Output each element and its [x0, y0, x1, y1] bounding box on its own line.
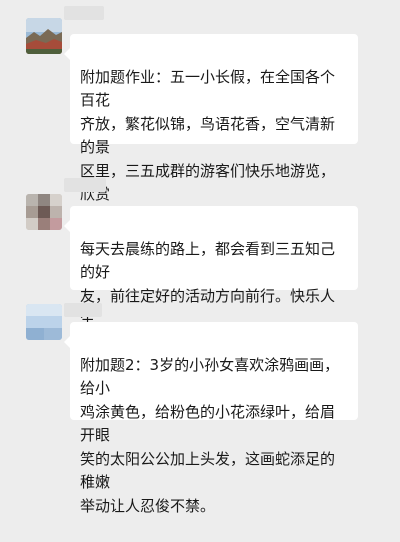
message-bubble[interactable]: 附加题2：3岁的小孙女喜欢涂鸦画画，给小 鸡涂黄色，给粉色的小花添绿叶，给眉开眼…: [64, 322, 358, 515]
sender-name-redacted: [64, 178, 106, 192]
message-bubble[interactable]: 附加题作业：五一小长假，在全国各个百花 齐放，繁花似锦，鸟语花香，空气清新的景 …: [64, 34, 358, 274]
avatar-sky-image: [26, 304, 62, 340]
avatar[interactable]: [26, 304, 62, 340]
avatar-blurred-portrait: [26, 194, 62, 230]
message-text: 每天去晨练的路上，都会看到三五知己的好 友，前往定好的活动方向前行。快乐人生: [80, 239, 336, 329]
sender-name-redacted: [64, 6, 104, 20]
message-bubble[interactable]: 每天去晨练的路上，都会看到三五知己的好 友，前往定好的活动方向前行。快乐人生: [64, 206, 358, 404]
avatar[interactable]: [26, 18, 62, 54]
sender-name-redacted: [64, 303, 102, 317]
avatar-landscape-image: [26, 18, 62, 54]
avatar[interactable]: [26, 194, 62, 230]
message-text: 附加题2：3岁的小孙女喜欢涂鸦画画，给小 鸡涂黄色，给粉色的小花添绿叶，给眉开眼…: [80, 355, 340, 515]
